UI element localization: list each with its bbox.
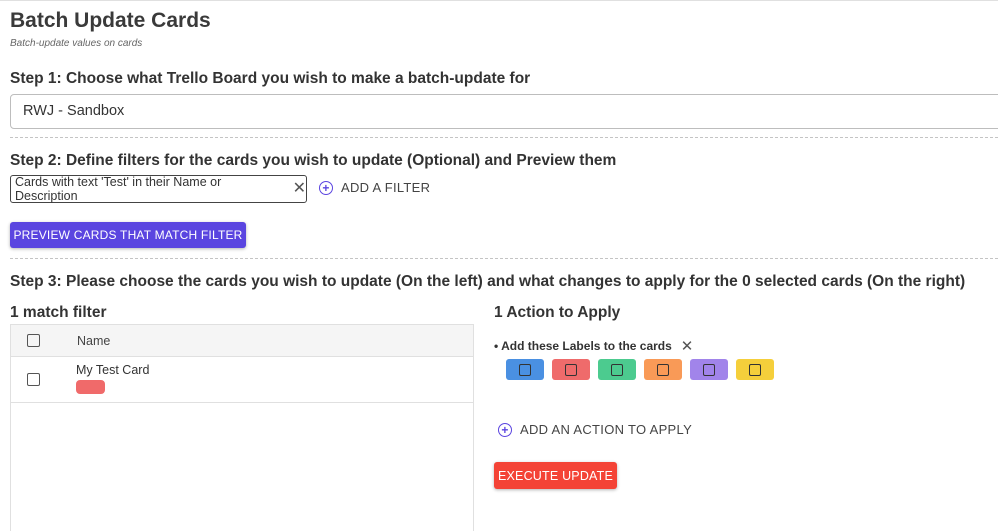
label-option-green[interactable] (598, 359, 636, 380)
label-option-blue[interactable] (506, 359, 544, 380)
label-checkbox[interactable] (657, 363, 669, 376)
action-item: • Add these Labels to the cards ✕ (494, 337, 693, 355)
top-border (0, 0, 998, 1)
table-header: Name (11, 325, 473, 357)
page-title: Batch Update Cards (10, 9, 211, 32)
add-action-button[interactable]: + ADD AN ACTION TO APPLY (498, 422, 692, 437)
label-checkbox[interactable] (611, 363, 623, 376)
filter-chip[interactable]: Cards with text 'Test' in their Name or … (10, 175, 307, 203)
actions-heading: 1 Action to Apply (494, 304, 621, 321)
match-count-heading: 1 match filter (10, 304, 107, 321)
table-row[interactable]: My Test Card (11, 357, 473, 403)
remove-action-icon[interactable]: ✕ (681, 337, 694, 355)
remove-filter-icon[interactable]: ✕ (293, 181, 306, 197)
card-name: My Test Card (76, 363, 150, 377)
card-label-badge (76, 380, 105, 394)
label-checkbox[interactable] (749, 363, 761, 376)
step2-heading: Step 2: Define filters for the cards you… (10, 152, 617, 169)
label-checkbox[interactable] (565, 363, 577, 376)
row-checkbox[interactable] (27, 373, 40, 386)
action-item-label: • Add these Labels to the cards (494, 339, 672, 353)
select-all-checkbox[interactable] (27, 334, 40, 347)
preview-cards-button[interactable]: PREVIEW CARDS THAT MATCH FILTER (10, 222, 246, 248)
label-checkbox[interactable] (519, 363, 531, 376)
label-option-purple[interactable] (690, 359, 728, 380)
step1-heading: Step 1: Choose what Trello Board you wis… (10, 70, 531, 87)
step3-heading: Step 3: Please choose the cards you wish… (10, 273, 966, 290)
board-select[interactable]: RWJ - Sandbox (10, 94, 998, 129)
page-subtitle: Batch-update values on cards (10, 38, 143, 49)
column-header-name: Name (77, 333, 111, 348)
label-checkbox[interactable] (703, 363, 715, 376)
add-filter-button[interactable]: + ADD A FILTER (319, 180, 430, 195)
cards-table: Name My Test Card (10, 324, 474, 531)
divider (10, 137, 998, 138)
add-circle-icon: + (498, 422, 512, 437)
filter-chip-label: Cards with text 'Test' in their Name or … (15, 175, 222, 203)
label-picker (506, 359, 774, 380)
label-option-red[interactable] (552, 359, 590, 380)
label-option-yellow[interactable] (736, 359, 774, 380)
add-filter-label: ADD A FILTER (341, 180, 431, 195)
execute-update-button[interactable]: EXECUTE UPDATE (494, 462, 617, 489)
divider (10, 258, 998, 259)
add-action-label: ADD AN ACTION TO APPLY (520, 422, 693, 437)
add-circle-icon: + (319, 180, 333, 195)
label-option-orange[interactable] (644, 359, 682, 380)
